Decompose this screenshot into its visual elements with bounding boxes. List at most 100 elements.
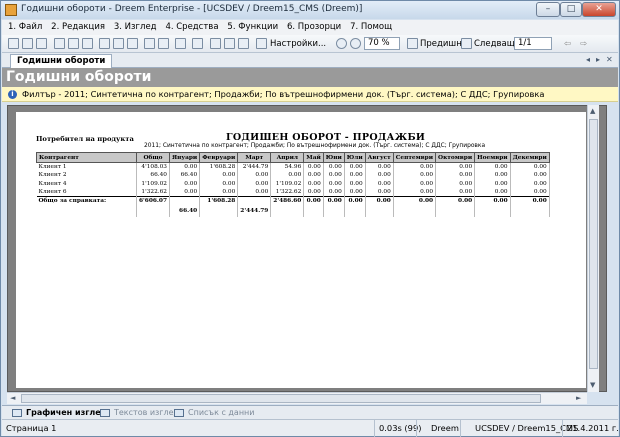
table-cell: Клиент 4	[36, 179, 137, 189]
zoom-select[interactable]: 70 %	[364, 37, 400, 50]
tab-left-icon[interactable]: ◂	[586, 55, 590, 64]
table-cell: 2'444.79	[237, 162, 272, 172]
open-icon[interactable]	[22, 38, 33, 49]
forward-arrow-icon[interactable]: ⇨	[580, 39, 587, 49]
paste-icon[interactable]	[82, 38, 93, 49]
table-cell: 0.00	[474, 162, 511, 172]
table-cell: 4'108.03	[136, 162, 170, 172]
title-bar[interactable]: Годишни обороти - Dreem Enterprise - [UC…	[1, 1, 619, 19]
table-cell: 1'608.28	[199, 162, 239, 172]
minimize-button[interactable]: –	[536, 2, 560, 17]
document-tabs: Годишни обороти ◂ ▸ ✕	[2, 53, 618, 68]
column-header: Август	[364, 152, 394, 163]
cut-icon[interactable]	[54, 38, 65, 49]
filter-bar[interactable]: i Филтър - 2011; Синтетична по контраген…	[2, 87, 618, 102]
print-preview-icon[interactable]	[99, 38, 110, 49]
close-button[interactable]: ✕	[582, 2, 616, 17]
table-cell: 0.00	[365, 196, 394, 206]
menu-functions[interactable]: 5. Функции	[227, 20, 278, 35]
tab-data-list[interactable]: Списък с данни	[172, 407, 254, 419]
next-page-icon[interactable]	[461, 38, 472, 49]
tab-annual-turnover[interactable]: Годишни обороти	[10, 54, 113, 68]
table-cell: 0.00	[303, 188, 324, 197]
table-row: Клиент 6 1'322.62 0.00 0.00 0.00 1'322.62 0.00…	[36, 188, 550, 197]
table-cell: Клиент 1	[36, 162, 137, 172]
table-cell: 66.40	[169, 205, 201, 218]
table-cell	[365, 205, 394, 218]
table-cell: 0.00	[344, 188, 366, 197]
tab-right-icon[interactable]: ▸	[596, 55, 600, 64]
table-row: Клиент 4 1'109.02 0.00 0.00 0.00 1'109.02 0.00…	[36, 179, 550, 189]
table-cell: 0.00	[365, 162, 394, 172]
menu-bar: 1. Файл 2. Редакция 3. Изглед 4. Средств…	[2, 20, 618, 35]
settings-icon[interactable]	[256, 38, 267, 49]
horizontal-scrollbar[interactable]: ◄ ►	[7, 392, 587, 404]
horizontal-scroll-thumb[interactable]	[21, 394, 541, 403]
table-cell: 0.00	[510, 171, 550, 180]
settings-button[interactable]: Настройки...	[270, 39, 326, 49]
table-cell: 1'608.28	[199, 196, 239, 206]
zoom-out-icon[interactable]	[350, 38, 361, 49]
layout-icon[interactable]	[210, 38, 221, 49]
zoom-in-icon[interactable]	[336, 38, 347, 49]
refresh-icon[interactable]	[175, 38, 186, 49]
previous-page-icon[interactable]	[407, 38, 418, 49]
status-page: Страница 1	[6, 423, 57, 433]
table-cell: 2'486.60	[270, 196, 305, 206]
table-cell: 0.00	[303, 196, 324, 206]
maximize-button[interactable]: □	[560, 2, 582, 17]
column-header: Февруари	[199, 152, 239, 163]
tab-close-icon[interactable]: ✕	[606, 55, 613, 64]
scroll-down-icon[interactable]: ▼	[590, 381, 595, 389]
table-cell: 0.00	[169, 162, 201, 172]
menu-help[interactable]: 7. Помощ	[350, 20, 392, 35]
table-cell: 0.00	[393, 188, 437, 197]
save-icon[interactable]	[36, 38, 47, 49]
table-cell: 0.00	[510, 188, 550, 197]
table-cell: 0.00	[323, 162, 345, 172]
report-owner: Потребител на продукта	[36, 135, 134, 143]
menu-file[interactable]: 1. Файл	[8, 20, 42, 35]
app-window: Годишни обороти - Dreem Enterprise - [UC…	[0, 0, 620, 437]
vertical-scrollbar[interactable]: ▲ ▼	[587, 105, 599, 392]
page-select[interactable]: 1/1	[514, 37, 552, 50]
scroll-up-icon[interactable]: ▲	[590, 107, 595, 115]
export-icon[interactable]	[144, 38, 155, 49]
report-title: ГОДИШЕН ОБОРОТ - ПРОДАЖБИ	[226, 132, 426, 143]
table-cell: Клиент 2	[36, 171, 137, 180]
table-cell: 0.00	[344, 171, 366, 180]
vertical-scroll-thumb[interactable]	[589, 119, 598, 369]
print-icon[interactable]	[113, 38, 124, 49]
table-cell: 0.00	[435, 196, 476, 206]
find-icon[interactable]	[127, 38, 138, 49]
status-bar: Страница 1 0.03s (99) Dreem UCSDEV / Dre…	[2, 419, 619, 437]
menu-windows[interactable]: 6. Прозорци	[287, 20, 341, 35]
previous-page-button[interactable]: Предишна	[420, 39, 467, 49]
tab-graphic-view[interactable]: Графичен изглед	[10, 407, 107, 419]
back-arrow-icon[interactable]: ⇦	[564, 39, 571, 49]
table-cell: 0.00	[510, 179, 550, 189]
new-icon[interactable]	[8, 38, 19, 49]
menu-edit[interactable]: 2. Редакция	[51, 20, 105, 35]
status-date: 21.4.2011 г.	[562, 420, 619, 437]
page-setup-icon[interactable]	[192, 38, 203, 49]
copy-icon[interactable]	[68, 38, 79, 49]
table-cell: 0.00	[323, 196, 345, 206]
menu-view[interactable]: 3. Изглед	[114, 20, 157, 35]
table-cell: 0.00	[323, 188, 345, 197]
chart-icon[interactable]	[224, 38, 235, 49]
table-cell: 54.96	[270, 162, 305, 172]
page-title: Годишни обороти	[2, 68, 618, 87]
tab-text-view[interactable]: Текстов изглед	[98, 407, 179, 419]
table-cell: 0.00	[365, 188, 394, 197]
table-cell: 0.00	[435, 162, 476, 172]
filter-icon[interactable]	[158, 38, 169, 49]
filter-text: Филтър - 2011; Синтетична по контрагент;…	[22, 89, 545, 99]
table-cell: 2'444.79	[237, 205, 272, 218]
scroll-right-icon[interactable]: ►	[576, 394, 581, 402]
scroll-left-icon[interactable]: ◄	[10, 394, 15, 402]
table-cell	[270, 205, 305, 218]
menu-tools[interactable]: 4. Средства	[165, 20, 218, 35]
table-cell: 0.00	[474, 196, 511, 206]
grid-icon[interactable]	[238, 38, 249, 49]
